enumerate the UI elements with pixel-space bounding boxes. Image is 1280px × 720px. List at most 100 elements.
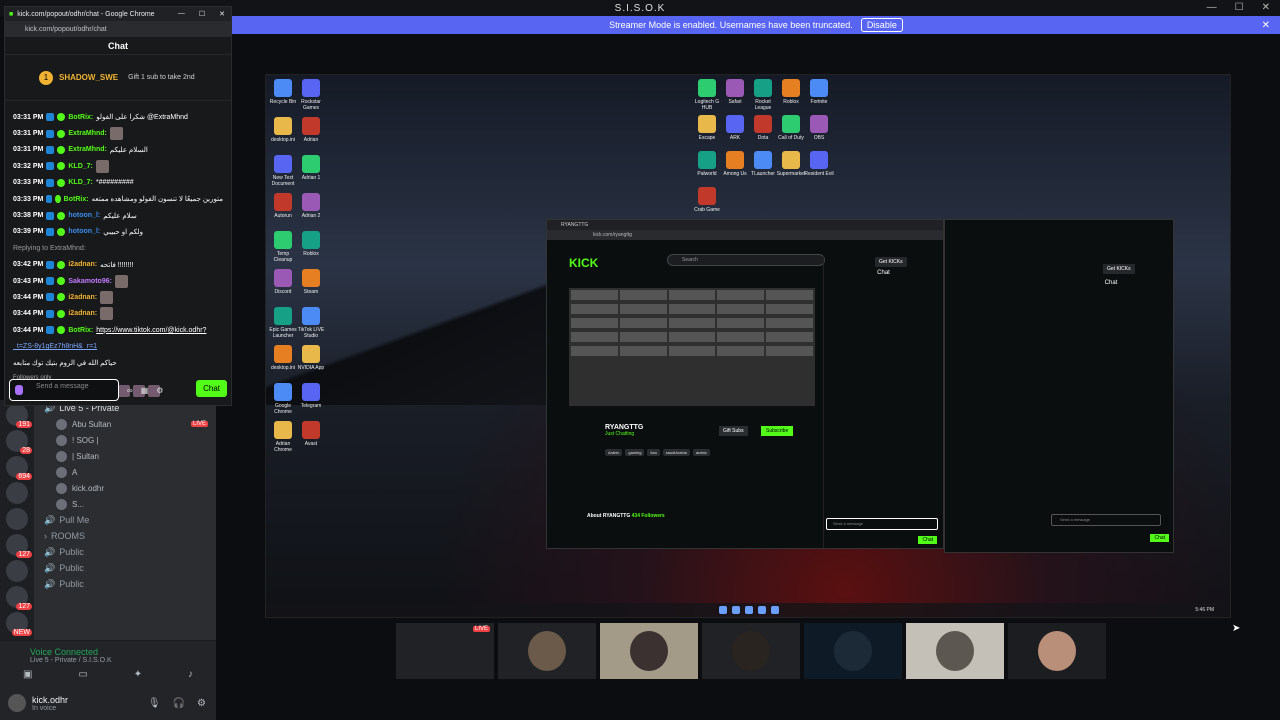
message-user[interactable]: ExtraMhnd:	[68, 146, 107, 153]
subscribe-button[interactable]: Subscribe	[761, 426, 794, 436]
gift-subs-button[interactable]: Gift Subs	[719, 426, 748, 436]
desktop-icon[interactable]: Logitech G HUB	[692, 79, 722, 111]
voice-user[interactable]: | Sultan	[34, 448, 216, 464]
voice-user[interactable]: kick.odhr	[34, 480, 216, 496]
kick-logo[interactable]: KICK	[569, 256, 598, 270]
message-text[interactable]: https://www.tiktok.com/@kick.odhr?	[96, 327, 206, 334]
desktop-icon[interactable]: Adrian 2	[296, 193, 326, 219]
voice-channel-pull-me[interactable]: 🔊 Pull Me	[34, 512, 216, 528]
desktop-icon[interactable]: ARK	[720, 115, 750, 141]
chat-button[interactable]: Chat	[1150, 534, 1169, 542]
category-rooms[interactable]: › ROOMS	[34, 528, 216, 544]
server-icon[interactable]: 127	[6, 534, 32, 558]
send-message-input[interactable]: Send a message	[1051, 514, 1161, 526]
message-user[interactable]: Sakamoto96:	[68, 278, 112, 285]
popout-url[interactable]: kick.com/popout/odhr/chat	[5, 21, 231, 37]
participant-tile[interactable]	[1008, 623, 1106, 679]
desktop-icon[interactable]: Adrian	[296, 117, 326, 143]
desktop-icon[interactable]: Recycle Bin	[268, 79, 298, 105]
desktop-icon[interactable]: Steam	[296, 269, 326, 295]
desktop-icon[interactable]: Discord	[268, 269, 298, 295]
link-icon[interactable]: ∞	[127, 386, 133, 395]
server-icon[interactable]	[6, 482, 28, 504]
tag[interactable]: Arabic	[605, 449, 623, 456]
chrome-icon[interactable]	[758, 606, 766, 614]
desktop-icon[interactable]: Safari	[720, 79, 750, 105]
windows-icon[interactable]	[719, 606, 727, 614]
browser-url[interactable]: kick.com/ryangttg	[547, 230, 943, 240]
voice-channel-public[interactable]: 🔊 Public	[34, 560, 216, 576]
headset-icon[interactable]: 🎧	[173, 698, 185, 709]
desktop-icon[interactable]: Rocket League	[748, 79, 778, 111]
participant-tile[interactable]	[702, 623, 800, 679]
chat-button[interactable]: Chat	[918, 536, 937, 544]
tag[interactable]: ksa	[647, 449, 660, 456]
server-icon[interactable]: 694	[6, 456, 32, 480]
send-message-input[interactable]: Send a message	[826, 518, 938, 530]
screen-share-icon[interactable]: ▭	[78, 669, 87, 680]
disable-button[interactable]: Disable	[860, 18, 903, 32]
voice-user[interactable]: ! SOG |	[34, 432, 216, 448]
server-icon[interactable]: 127	[6, 586, 32, 610]
desktop-icon[interactable]: NVIDIA App	[296, 345, 326, 371]
desktop-icon[interactable]: Adrian Chrome	[268, 421, 298, 453]
gear-icon[interactable]: ⚙	[156, 386, 163, 395]
avatar[interactable]	[8, 694, 26, 712]
desktop-icon[interactable]: Among Us	[720, 151, 750, 177]
browser-tab[interactable]: RYANGTTG	[547, 220, 943, 230]
desktop-icon[interactable]: Fortnite	[804, 79, 834, 105]
streamer-name[interactable]: RYANGTTG	[605, 424, 710, 431]
message-user[interactable]: i2adnan:	[68, 294, 97, 301]
desktop-icon[interactable]: Avast	[296, 421, 326, 447]
soundboard-icon[interactable]: ♪	[188, 669, 193, 680]
camera-icon[interactable]: ▣	[23, 669, 32, 680]
discord-icon[interactable]	[771, 606, 779, 614]
close-button[interactable]: ✕	[219, 10, 225, 18]
activity-icon[interactable]: ✦	[134, 669, 142, 680]
desktop-icon[interactable]: Call of Duty	[776, 115, 806, 141]
server-icon[interactable]: 191	[6, 404, 32, 428]
message-user[interactable]: BotRix:	[64, 196, 89, 203]
voice-channel-path[interactable]: Live 5 - Private / S.I.S.O.K	[0, 657, 216, 664]
message-user[interactable]: BotRix:	[68, 327, 93, 334]
message-user[interactable]: hotoon_l:	[68, 212, 100, 219]
participant-tile[interactable]	[498, 623, 596, 679]
message-user[interactable]: hotoon_l:	[68, 228, 100, 235]
mic-icon[interactable]: 🎙	[148, 698, 161, 709]
message-user[interactable]: BotRix:	[68, 114, 93, 121]
desktop-icon[interactable]: Supermarket	[776, 151, 806, 177]
desktop-icon[interactable]: TikTok LIVE Studio	[296, 307, 326, 339]
maximize-button[interactable]: ☐	[199, 10, 205, 18]
desktop-icon[interactable]: Dota	[748, 115, 778, 141]
folder-icon[interactable]	[745, 606, 753, 614]
desktop-icon[interactable]: Google Chrome	[268, 383, 298, 415]
desktop-icon[interactable]: New Text Document	[268, 155, 298, 187]
username[interactable]: kick.odhr	[32, 695, 68, 705]
participant-tile[interactable]	[600, 623, 698, 679]
stream-category[interactable]: Just Chatting	[605, 431, 710, 437]
desktop-icon[interactable]: Temp Cleanup	[268, 231, 298, 263]
desktop-icon[interactable]: Crab Game	[692, 187, 722, 213]
store-icon[interactable]: ▦	[141, 386, 149, 395]
message-user[interactable]: KLD_7:	[68, 163, 93, 170]
desktop-icon[interactable]: Adrian 1	[296, 155, 326, 181]
desktop-icon[interactable]: Epic Games Launcher	[268, 307, 298, 339]
tag[interactable]: saudiArabia	[662, 449, 690, 456]
minimize-button[interactable]: —	[1207, 2, 1217, 13]
link-text[interactable]: _t=ZS-8y1gEz7h8nH&_r=1	[13, 343, 97, 350]
tag[interactable]: gaming	[625, 449, 645, 456]
desktop-icon[interactable]: Telegram	[296, 383, 326, 409]
search-input[interactable]: Search	[667, 254, 825, 266]
message-user[interactable]: ExtraMhnd:	[68, 130, 107, 137]
desktop-icon[interactable]: Roblox	[776, 79, 806, 105]
gift-text[interactable]: Gift 1 sub to take 2nd	[128, 74, 195, 81]
close-icon[interactable]: ✕	[1262, 20, 1270, 31]
search-icon[interactable]	[732, 606, 740, 614]
server-icon[interactable]	[6, 508, 28, 530]
message-user[interactable]: KLD_7:	[68, 179, 93, 186]
close-button[interactable]: ✕	[1262, 2, 1270, 13]
participant-tile[interactable]	[906, 623, 1004, 679]
get-kicks-button[interactable]: Get KICKs	[1103, 264, 1135, 274]
send-message-input[interactable]: Send a message	[9, 379, 119, 401]
voice-channel-public[interactable]: 🔊 Public	[34, 576, 216, 592]
